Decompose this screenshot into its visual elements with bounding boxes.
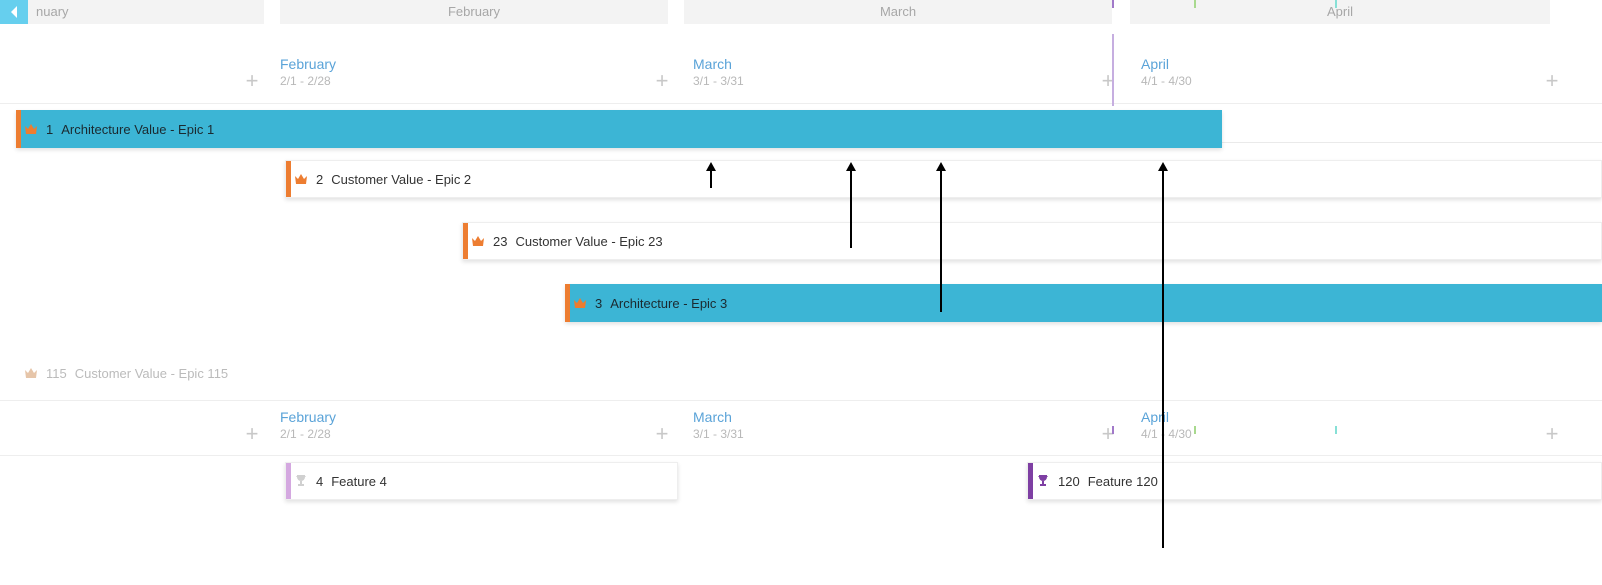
dependency-arrow-head <box>936 162 946 171</box>
dependency-arrow-line <box>940 170 942 312</box>
chevron-left-icon <box>9 5 19 19</box>
dependency-arrow-head <box>706 162 716 171</box>
dependency-arrow-line <box>1162 170 1164 548</box>
dependency-arrow-head <box>1158 162 1168 171</box>
timeline-nav-back-button[interactable] <box>0 0 28 24</box>
dependency-arrow-line <box>850 170 852 248</box>
dependency-arrow-line <box>710 170 712 188</box>
dependency-arrows <box>0 0 1602 585</box>
dependency-arrow-head <box>846 162 856 171</box>
